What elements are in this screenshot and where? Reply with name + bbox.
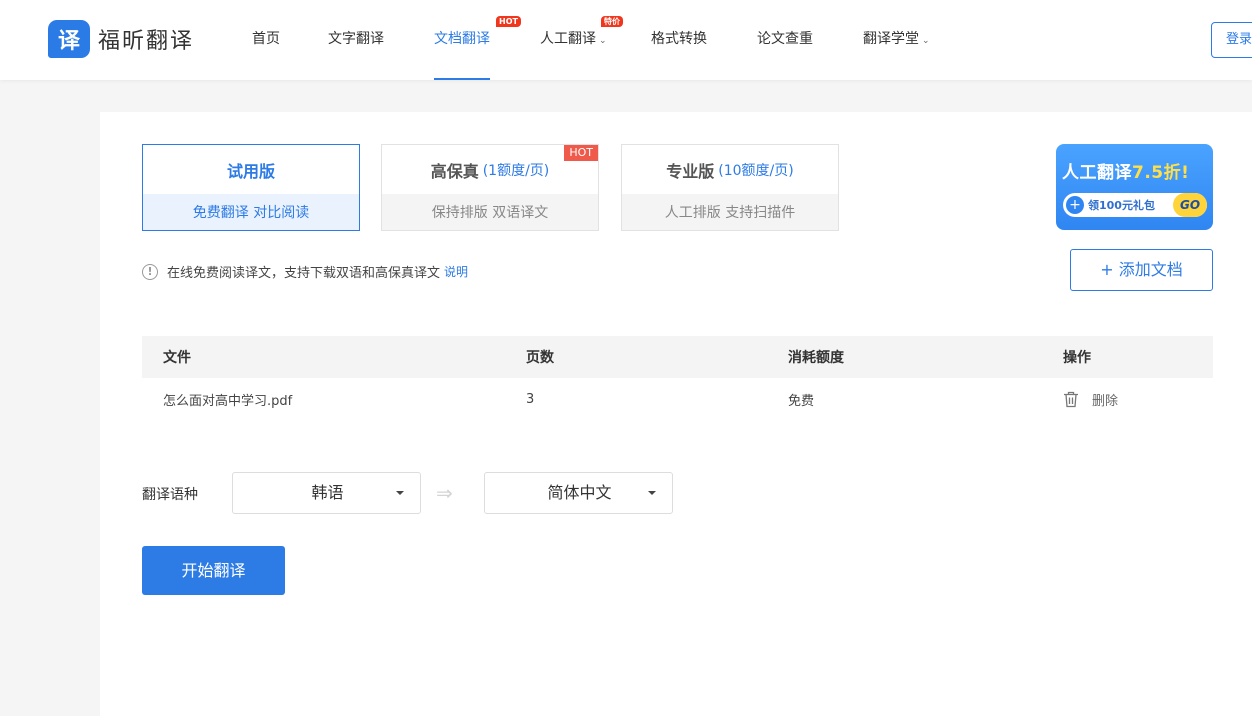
- tier-description: 保持排版 双语译文: [382, 194, 598, 230]
- arrow-right-icon: ⇒: [436, 481, 453, 505]
- tier-name: 试用版: [226, 161, 275, 181]
- nav-text-translation-label: 文字翻译: [328, 31, 384, 47]
- delete-label: 删除: [1092, 393, 1119, 409]
- tier-quota: (10额度/页): [718, 162, 794, 179]
- trash-icon: [1064, 391, 1078, 407]
- tier-quota: (1额度/页): [482, 162, 550, 179]
- tier-professional[interactable]: 专业版 (10额度/页) 人工排版 支持扫描件: [621, 144, 839, 231]
- top-header: 译 福昕翻译 首页 文字翻译 文档翻译 HOT 人工翻译 ⌄ 特价 格式转换 论文查重…: [0, 0, 1252, 80]
- promo-go-button[interactable]: GO: [1173, 193, 1207, 217]
- document-translation-panel: 试用版 免费翻译 对比阅读 高保真 (1额度/页) 保持排版 双语译文 HOT 专…: [100, 112, 1252, 716]
- nav-text-translation[interactable]: 文字翻译: [328, 0, 384, 80]
- tier-high-fidelity[interactable]: 高保真 (1额度/页) 保持排版 双语译文 HOT: [381, 144, 599, 231]
- nav-format-conversion[interactable]: 格式转换: [651, 0, 707, 80]
- brand-logo[interactable]: 译 福昕翻译: [48, 20, 194, 58]
- nav-human-translation[interactable]: 人工翻译 ⌄ 特价: [540, 0, 623, 80]
- column-header-cost: 消耗额度: [788, 350, 844, 366]
- nav-home[interactable]: 首页: [252, 0, 280, 80]
- chevron-down-icon: ⌄: [599, 36, 607, 46]
- tier-description: 免费翻译 对比阅读: [143, 194, 359, 230]
- nav-format-conversion-label: 格式转换: [651, 31, 707, 47]
- brand-name: 福昕翻译: [98, 29, 195, 54]
- logo-icon: 译: [48, 20, 90, 58]
- promo-title: 人工翻译7.5折!: [1062, 158, 1189, 183]
- special-price-badge: 特价: [601, 16, 623, 27]
- plus-circle-icon: +: [1066, 196, 1084, 214]
- promo-gift-pill[interactable]: + 领100元礼包 GO: [1063, 193, 1207, 217]
- column-header-file: 文件: [163, 350, 191, 366]
- login-button[interactable]: 登录: [1211, 22, 1252, 58]
- hot-badge: HOT: [496, 16, 521, 27]
- nav-document-translation[interactable]: 文档翻译 HOT: [434, 0, 521, 80]
- source-language-value: 韩语: [311, 483, 344, 502]
- delete-action[interactable]: 删除: [1063, 390, 1118, 409]
- hot-badge: HOT: [564, 145, 598, 161]
- chevron-down-icon: ⌄: [922, 36, 930, 46]
- nav-home-label: 首页: [252, 31, 280, 47]
- page-count: 3: [526, 391, 535, 407]
- column-header-action: 操作: [1063, 350, 1091, 366]
- start-translation-button[interactable]: 开始翻译: [142, 546, 285, 595]
- source-language-select[interactable]: 韩语: [232, 472, 421, 514]
- target-language-value: 简体中文: [547, 483, 612, 502]
- notice-text: 在线免费阅读译文，支持下载双语和高保真译文: [167, 266, 441, 281]
- table-header: 文件 页数 消耗额度 操作: [142, 336, 1213, 378]
- tier-title: 专业版 (10额度/页): [622, 145, 838, 194]
- promo-gift-text: 领100元礼包: [1088, 199, 1155, 212]
- promo-discount: 7.5折!: [1132, 163, 1190, 183]
- nav-document-translation-label: 文档翻译: [434, 31, 490, 47]
- caret-down-icon: [396, 491, 404, 495]
- column-header-pages: 页数: [526, 350, 554, 366]
- language-label: 翻译语种: [142, 487, 198, 503]
- notice-line: ! 在线免费阅读译文，支持下载双语和高保真译文 说明: [142, 262, 468, 281]
- nav-human-translation-label: 人工翻译: [540, 31, 596, 47]
- nav-plagiarism-check-label: 论文查重: [757, 31, 813, 47]
- tier-description: 人工排版 支持扫描件: [622, 194, 838, 230]
- nav-translation-academy[interactable]: 翻译学堂 ⌄: [863, 0, 930, 80]
- target-language-select[interactable]: 简体中文: [484, 472, 673, 514]
- nav-translation-academy-label: 翻译学堂: [863, 31, 919, 47]
- promo-title-prefix: 人工翻译: [1062, 163, 1132, 183]
- nav-plagiarism-check[interactable]: 论文查重: [757, 0, 813, 80]
- tier-name: 高保真: [430, 161, 479, 181]
- tier-name: 专业版: [666, 161, 715, 181]
- promo-banner[interactable]: 人工翻译7.5折! + 领100元礼包 GO: [1056, 144, 1213, 230]
- tier-title: 试用版: [143, 145, 359, 194]
- cost-value: 免费: [788, 393, 815, 409]
- file-table: 文件 页数 消耗额度 操作 怎么面对高中学习.pdf 3 免费 删除: [142, 336, 1213, 420]
- add-document-button[interactable]: + 添加文档: [1070, 249, 1213, 291]
- explanation-link[interactable]: 说明: [444, 263, 468, 280]
- table-row: 怎么面对高中学习.pdf 3 免费 删除: [142, 378, 1213, 420]
- tier-trial[interactable]: 试用版 免费翻译 对比阅读: [142, 144, 360, 231]
- file-name: 怎么面对高中学习.pdf: [163, 393, 293, 409]
- info-icon: !: [142, 263, 158, 280]
- caret-down-icon: [648, 491, 656, 495]
